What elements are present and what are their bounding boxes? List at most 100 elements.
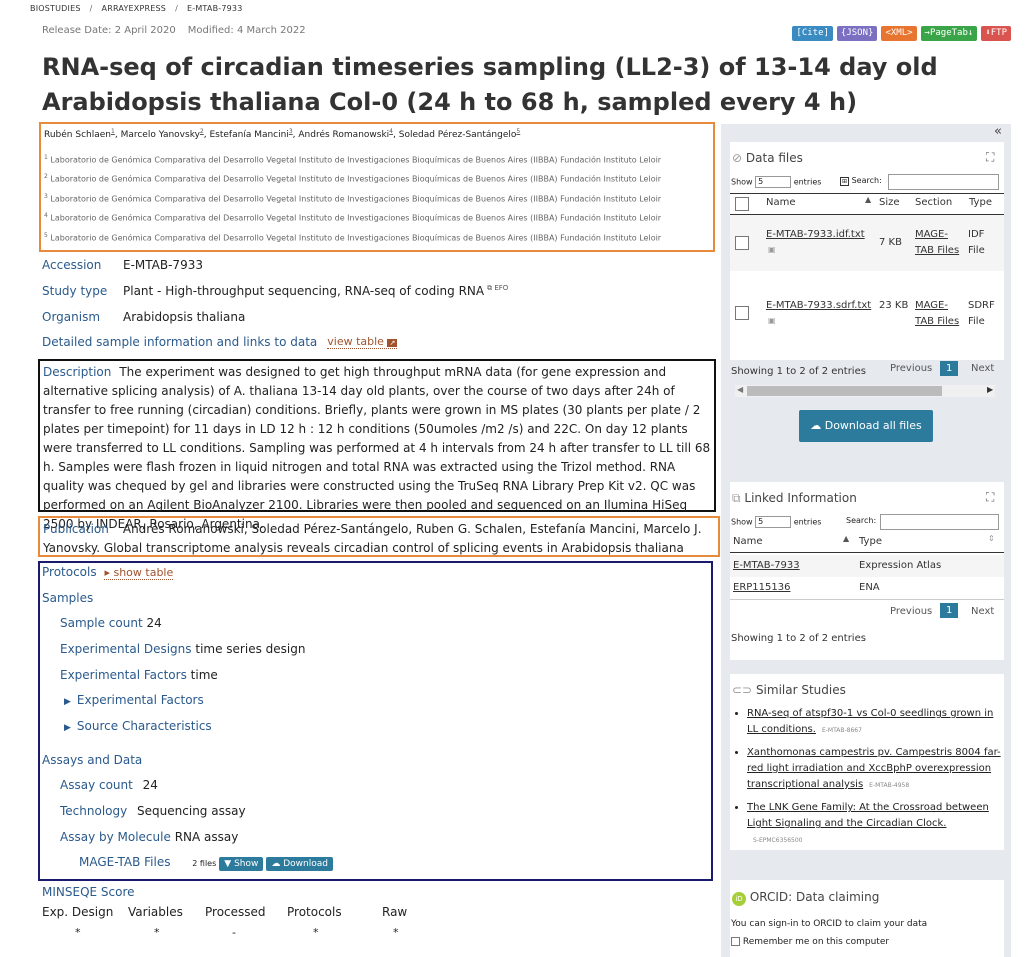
data-files-search-input[interactable] <box>888 174 999 190</box>
page-1-button[interactable]: 1 <box>940 603 959 618</box>
minseqe-col: Protocols <box>287 905 342 919</box>
minseqe-mark: * <box>393 926 399 939</box>
next-page-button[interactable]: Next <box>971 363 994 374</box>
author-ref[interactable]: 2 <box>200 128 204 135</box>
image-icon[interactable]: ▣ <box>768 245 776 254</box>
download-files-button[interactable]: ☁ Download <box>266 857 333 871</box>
factors-value: time <box>190 668 218 682</box>
search-label: Search: <box>846 516 877 525</box>
show-files-button[interactable]: ▼ Show <box>219 857 264 871</box>
scroll-left-icon[interactable]: ◀ <box>737 385 743 394</box>
page-1-button[interactable]: 1 <box>940 361 959 376</box>
scrollbar-thumb[interactable] <box>747 386 942 396</box>
orcid-text: You can sign-in to ORCID to claim your d… <box>731 919 928 929</box>
row-checkbox[interactable] <box>735 306 749 320</box>
ftp-button[interactable]: ⬇FTP <box>981 26 1011 41</box>
breadcrumb-biostudies[interactable]: BIOSTUDIES <box>30 4 81 13</box>
sort-icon[interactable]: ⇕ <box>988 534 995 543</box>
similar-study-link[interactable]: RNA-seq of atspf30-1 vs Col-0 seedlings … <box>747 708 993 735</box>
author-name[interactable]: Estefanía Mancini <box>209 130 288 140</box>
efo-link[interactable]: ⧉ EFO <box>487 284 508 298</box>
author-ref[interactable]: 3 <box>289 128 293 135</box>
minseqe-col: Raw <box>382 905 408 919</box>
paperclip-icon: ⊘ <box>732 151 743 165</box>
author-name[interactable]: Andrés Romanowski <box>298 130 389 140</box>
author-name[interactable]: Rubén Schlaen <box>44 130 111 140</box>
file-name-link[interactable]: E-MTAB-7933.idf.txt <box>766 227 865 243</box>
file-section[interactable]: MAGE-TAB Files <box>915 227 965 259</box>
similar-studies-title: ⊂⊃ Similar Studies <box>732 683 846 697</box>
expand-icon[interactable]: ⛶ <box>986 490 994 505</box>
author-name[interactable]: Marcelo Yanovsky <box>121 130 200 140</box>
study-type-label: Study type <box>42 284 108 298</box>
file-section[interactable]: MAGE-TAB Files <box>915 298 965 330</box>
entries-select[interactable]: 5 <box>755 176 792 188</box>
expand-icon[interactable]: ⛶ <box>986 150 994 165</box>
linked-search-input[interactable] <box>880 514 999 530</box>
col-type[interactable]: Type <box>969 197 992 208</box>
linked-name-link[interactable]: E-MTAB-7933 <box>733 558 800 574</box>
view-table-link[interactable]: view table ↗ <box>327 335 398 349</box>
show-entries: Show 5 entries <box>731 176 822 188</box>
breadcrumb-separator: / <box>175 4 178 13</box>
accession-row: Accession E-MTAB-7933 <box>42 258 203 272</box>
next-page-button[interactable]: Next <box>971 606 994 617</box>
caret-right-icon: ▶ <box>64 723 71 733</box>
entries-select[interactable]: 5 <box>755 516 792 528</box>
orcid-panel: iD ORCID: Data claiming You can sign-in … <box>730 880 1004 957</box>
similar-studies-panel: ⊂⊃ Similar Studies RNA-seq of atspf30-1 … <box>730 674 1004 850</box>
select-all-checkbox[interactable] <box>735 197 749 211</box>
collapse-sidebar-icon[interactable]: « <box>994 124 1002 139</box>
list-item: The LNK Gene Family: At the Crossroad be… <box>747 800 1001 849</box>
breadcrumb-current: E-MTAB-7933 <box>186 4 243 13</box>
affiliation: 5 Laboratorio de Genómica Comparativa de… <box>44 231 662 243</box>
linked-type: Expression Atlas <box>859 560 942 571</box>
orcid-icon: iD <box>732 892 746 906</box>
dates: Release Date: 2 April 2020 Modified: 4 Ma… <box>42 25 318 36</box>
prev-page-button[interactable]: Previous <box>890 363 932 374</box>
modified-date: Modified: 4 March 2022 <box>187 25 306 36</box>
source-characteristics-toggle[interactable]: ▶ Source Characteristics <box>64 719 212 733</box>
search-icon: ⊞ <box>840 177 850 186</box>
remember-me: Remember me on this computer <box>731 937 889 947</box>
xml-button[interactable]: <XML> <box>881 26 917 41</box>
author-ref[interactable]: 5 <box>516 128 520 135</box>
minseqe-mark: * <box>313 926 319 939</box>
study-type-row: Study type Plant - High-throughput sequen… <box>42 284 508 298</box>
col-name[interactable]: Name <box>733 536 763 547</box>
json-button[interactable]: {JSON} <box>836 26 878 41</box>
cite-button[interactable]: [Cite] <box>792 26 833 41</box>
scroll-right-icon[interactable]: ▶ <box>987 385 993 394</box>
sort-up-icon: ▲ <box>843 534 850 543</box>
col-size[interactable]: Size <box>879 197 900 208</box>
breadcrumb-arrayexpress[interactable]: ARRAYEXPRESS <box>102 4 167 13</box>
description-label: Description <box>43 365 112 379</box>
linked-name-link[interactable]: ERP115136 <box>733 580 790 596</box>
image-icon[interactable]: ▣ <box>768 316 776 325</box>
author-ref[interactable]: 4 <box>389 128 393 135</box>
row-checkbox[interactable] <box>735 236 749 250</box>
designs-value: time series design <box>195 642 306 656</box>
download-all-button[interactable]: ☁ Download all files <box>799 410 933 442</box>
author-name[interactable]: Soledad Pérez-Santángelo <box>399 130 517 140</box>
horizontal-scrollbar[interactable]: ◀ ▶ <box>735 385 995 397</box>
exp-factors-toggle[interactable]: ▶ Experimental Factors <box>64 693 204 707</box>
col-name[interactable]: Name <box>766 197 796 208</box>
prev-page-button[interactable]: Previous <box>890 606 932 617</box>
col-type[interactable]: Type <box>859 536 882 547</box>
col-section[interactable]: Section <box>915 197 952 208</box>
show-table-link[interactable]: ▸ show table <box>104 566 174 580</box>
pagetab-button[interactable]: →PageTab↓ <box>920 26 978 41</box>
file-name-link[interactable]: E-MTAB-7933.sdrf.txt <box>766 298 871 314</box>
external-link-icon: ⧉ <box>732 491 741 505</box>
description-box: Description The experiment was designed t… <box>38 359 716 531</box>
remember-checkbox[interactable] <box>731 937 740 946</box>
publication-text: Andrés Romanowski, Soledad Pérez-Santáng… <box>43 522 702 555</box>
protocols-box: Protocols ▸ show table Samples Sample co… <box>38 561 713 881</box>
show-entries: Show 5 entries <box>731 516 822 528</box>
author-ref[interactable]: 1 <box>111 128 115 135</box>
file-size: 7 KB <box>879 237 902 248</box>
similar-study-link[interactable]: The LNK Gene Family: At the Crossroad be… <box>747 802 989 829</box>
assays-heading: Assays and Data <box>42 753 143 767</box>
authors-box: Rubén Schlaen1, Marcelo Yanovsky2, Estef… <box>39 122 715 252</box>
